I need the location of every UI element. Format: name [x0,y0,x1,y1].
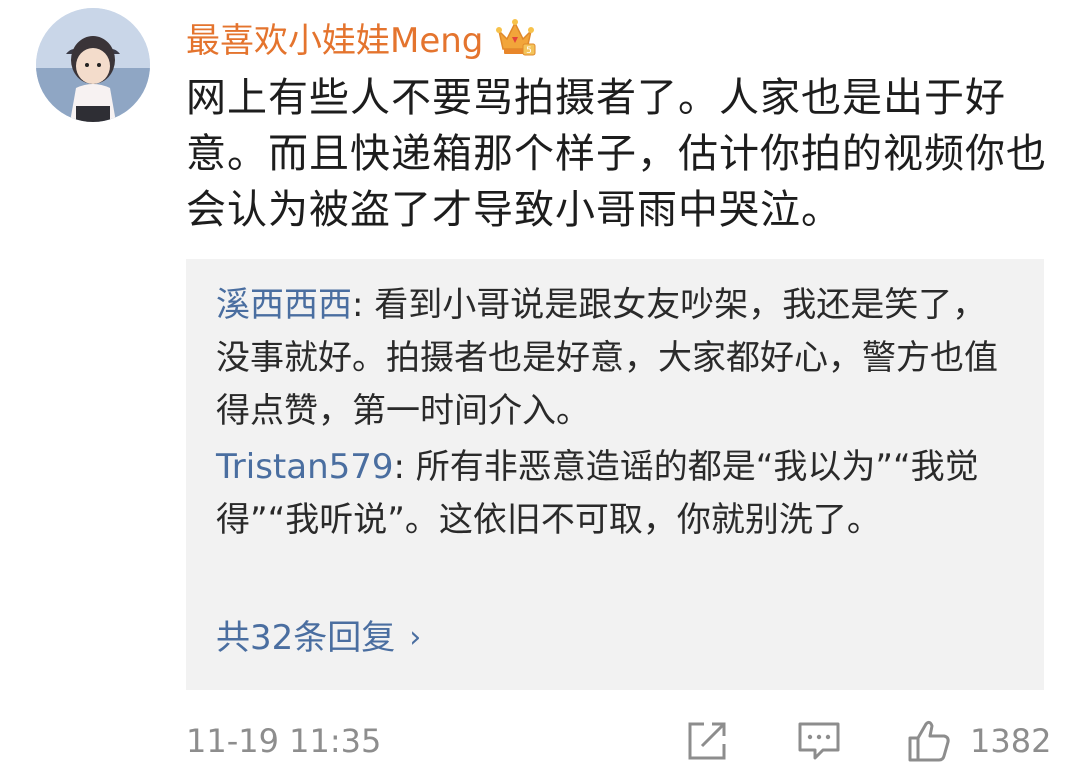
reply-separator: : [393,447,416,487]
more-replies-label: 共32条回复 [216,618,396,658]
comment-timestamp: 11-19 11:35 [186,722,382,760]
comment-text: 网上有些人不要骂拍摄者了。人家也是出于好意。而且快递箱那个样子，估计你拍的视频你… [186,75,1047,233]
reply-username[interactable]: 溪西西西 [216,285,352,325]
reply-item[interactable]: 溪西西西: 看到小哥说是跟女友吵架，我还是笑了，没事就好。拍摄者也是好意，大家都… [216,279,1006,438]
reply-username[interactable]: Tristan579 [216,447,394,487]
like-count: 1382 [970,722,1052,760]
thumbs-up-icon[interactable] [906,718,952,764]
more-replies-link[interactable]: 共32条回复 › [216,613,421,663]
avatar-image [36,8,150,122]
chevron-right-icon: › [409,620,422,655]
avatar[interactable] [36,8,150,122]
share-icon[interactable] [684,718,730,764]
replies-box[interactable]: 溪西西西: 看到小哥说是跟女友吵架，我还是笑了，没事就好。拍摄者也是好意，大家都… [186,259,1044,690]
username-row: 最喜欢小娃娃Meng 5 [186,12,537,62]
comment-icon[interactable] [796,718,842,764]
svg-text:5: 5 [527,46,533,56]
vip-crown-icon[interactable]: 5 [493,15,537,59]
reply-item[interactable]: Tristan579: 所有非恶意造谣的都是“我以为”“我觉得”“我听说”。这依… [216,441,1006,547]
username[interactable]: 最喜欢小娃娃Meng [186,13,483,62]
reply-separator: : [352,285,375,325]
